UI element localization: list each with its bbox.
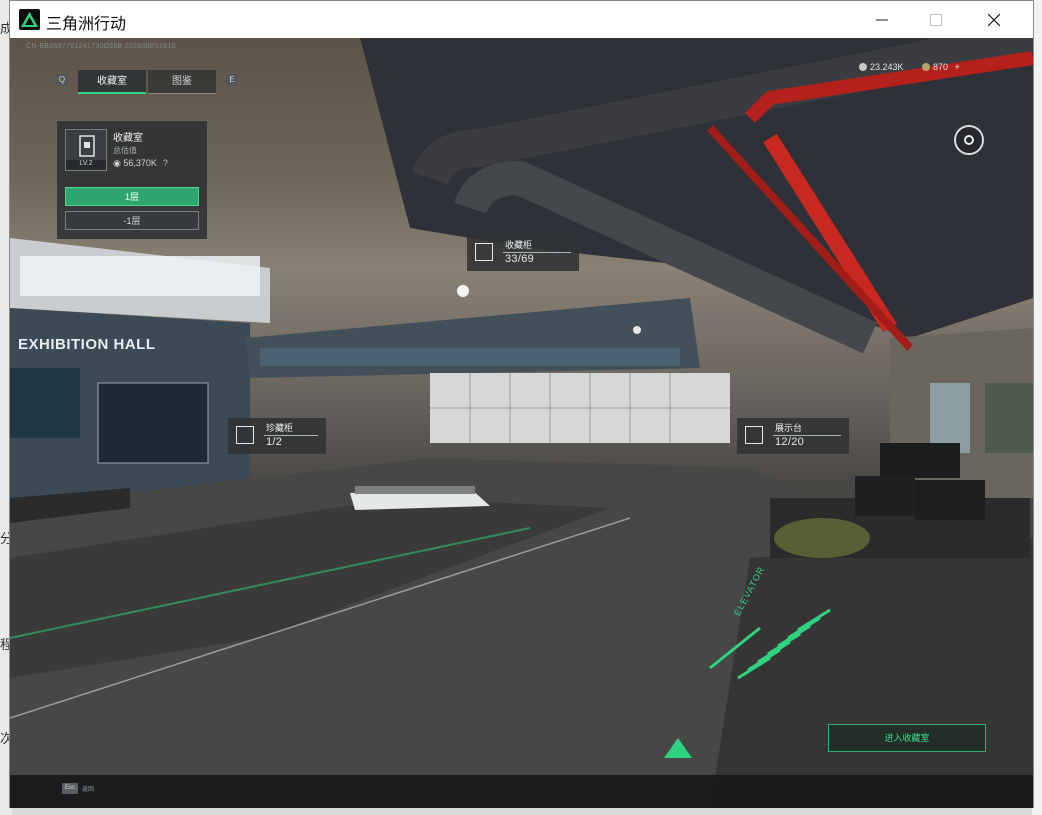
marker-display-stand[interactable]: 展示台 12/20 (737, 418, 849, 454)
room-name: 收藏室 (113, 133, 143, 144)
bottom-bar: Esc 返回 (10, 775, 1033, 808)
marker-name: 收藏柜 (505, 240, 533, 250)
game-window: 三角洲行动 CN-BB3697761241730D55B 2026080S161… (9, 0, 1034, 808)
safe-icon (236, 426, 254, 444)
minimize-button[interactable] (859, 1, 905, 38)
close-button[interactable] (971, 1, 1017, 38)
add-currency-button[interactable]: + (955, 62, 960, 72)
room-info-panel: LV.2 收藏室 总估值 ◉ 56,370K? 1层 -1层 (57, 121, 207, 239)
esc-label: 返回 (82, 787, 95, 793)
camera-view-button[interactable] (954, 125, 984, 155)
room-value-text: 56,370K (123, 158, 157, 168)
room-level: LV.2 (66, 160, 106, 170)
currency-primary: 23.243K (859, 62, 904, 72)
help-icon[interactable]: ? (163, 158, 168, 168)
exhibition-hall-sign: EXHIBITION HALL (18, 336, 156, 353)
marker-collection-cabinet[interactable]: 收藏柜 33/69 (467, 235, 579, 271)
marker-count: 12/20 (775, 436, 805, 448)
tab-collection-room[interactable]: 收藏室 (78, 70, 146, 94)
camera-icon (964, 135, 974, 145)
gem-icon (922, 63, 930, 71)
tab-catalog[interactable]: 图鉴 (148, 70, 216, 94)
marker-treasure-cabinet[interactable]: 珍藏柜 1/2 (228, 418, 326, 454)
enter-collection-room-button[interactable]: 进入收藏室 (828, 724, 986, 752)
floor-minus1-button[interactable]: -1层 (65, 211, 199, 230)
app-logo-icon (19, 9, 40, 30)
window-title: 三角洲行动 (46, 16, 127, 33)
coin-icon: ◉ (113, 158, 124, 168)
game-viewport[interactable]: CN-BB3697761241730D55B 2026080S1610 Q 收藏… (10, 38, 1033, 808)
currency-secondary-value: 870 (933, 62, 949, 72)
coin-icon (859, 63, 867, 71)
room-thumbnail: LV.2 (65, 129, 107, 171)
currency-primary-value: 23.243K (870, 62, 904, 72)
room-subtitle: 总估值 (113, 146, 137, 155)
cabinet-icon (475, 243, 493, 261)
currency-secondary: 870 + (922, 62, 960, 72)
tab-next-key[interactable]: E (226, 74, 238, 86)
marker-count: 1/2 (266, 436, 283, 448)
floor-1-button[interactable]: 1层 (65, 187, 199, 206)
esc-key[interactable]: Esc (62, 783, 78, 794)
marker-count: 33/69 (505, 253, 535, 265)
session-id-text: CN-BB3697761241730D55B 2026080S1610 (26, 43, 176, 50)
marker-name: 展示台 (775, 423, 803, 433)
display-stand-icon (745, 426, 763, 444)
room-total-value: ◉ 56,370K? (113, 158, 168, 169)
cabinet-icon (79, 135, 95, 157)
maximize-button[interactable] (913, 1, 959, 38)
marker-name: 珍藏柜 (266, 423, 294, 433)
tab-prev-key[interactable]: Q (56, 74, 68, 86)
title-bar[interactable]: 三角洲行动 (10, 1, 1033, 38)
